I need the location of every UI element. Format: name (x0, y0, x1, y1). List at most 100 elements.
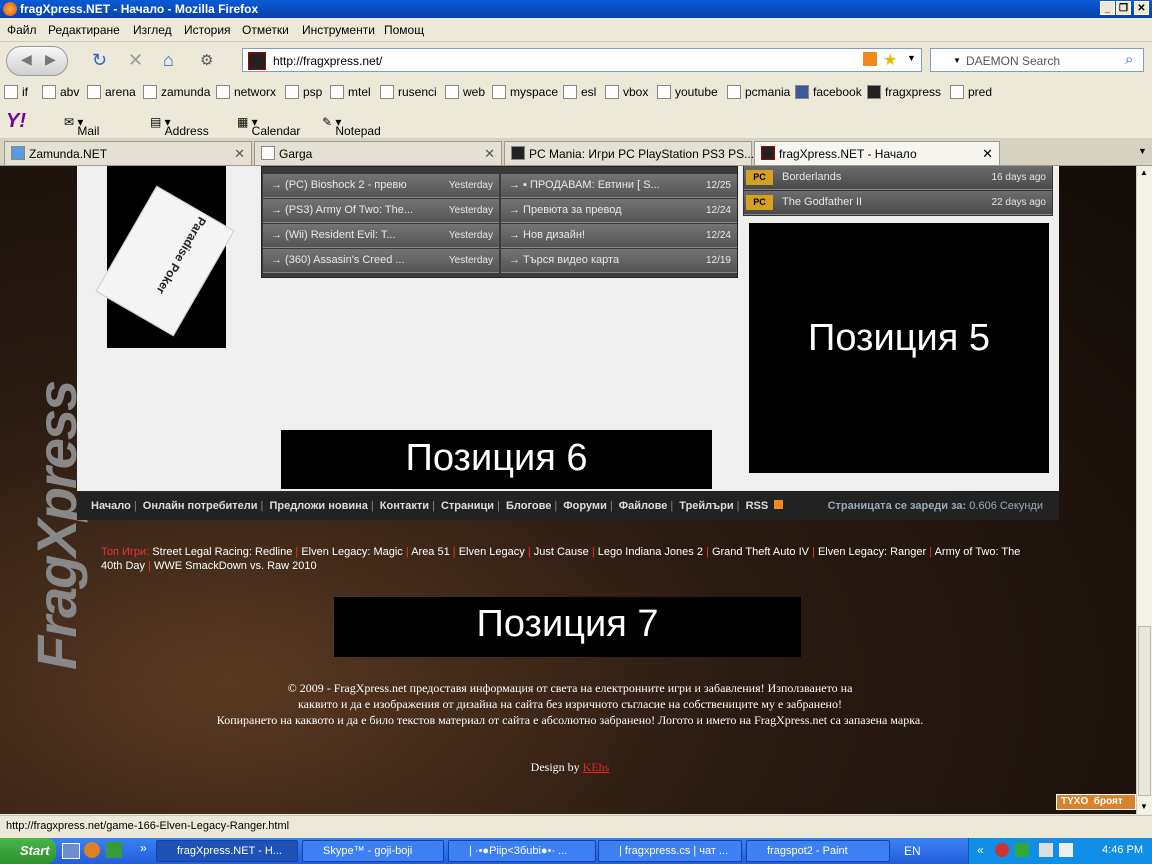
yahoo-logo[interactable]: Y! (6, 110, 26, 133)
bookmark-abv[interactable]: abv (42, 85, 79, 99)
forum-item[interactable]: → Търся видео карта 12/19 (501, 249, 737, 273)
footer-link-forums[interactable]: Форуми (563, 500, 607, 512)
footer-link-files[interactable]: Файлове (619, 500, 668, 512)
game-item[interactable]: PC The Godfather II 22 days ago (744, 191, 1052, 215)
minimize-button[interactable]: _ (1100, 1, 1115, 15)
bookmark-youtube[interactable]: youtube (657, 85, 718, 99)
calendar-button[interactable]: ▦ Calendar ▾ (237, 115, 300, 138)
bookmark-psp[interactable]: psp (285, 85, 322, 99)
game-item[interactable]: PC Borderlands 16 days ago (744, 166, 1052, 190)
ad-position-6[interactable]: Позиция 6 (281, 430, 712, 489)
search-input[interactable]: DAEMON Search (966, 54, 1060, 68)
start-button[interactable]: Start (0, 838, 56, 864)
menu-history[interactable]: История (184, 23, 231, 37)
addon-icon[interactable]: ⚙ (200, 51, 213, 69)
forum-item[interactable]: → ▪ ПРОДАВАМ: Евтини [ S... 12/25 (501, 174, 737, 198)
tab-list-icon[interactable]: ▼ (1138, 146, 1147, 156)
tab-fragxpress[interactable]: fragXpress.NET - Начало ✕ (754, 141, 1000, 165)
bookmark-myspace[interactable]: myspace (492, 85, 558, 99)
close-tab-icon[interactable]: ✕ (484, 146, 495, 162)
bookmark-facebook[interactable]: facebook (795, 85, 862, 99)
news-item[interactable]: → (PC) Bioshock 2 - превю Yesterday (263, 174, 499, 198)
footer-link-trailers[interactable]: Трейлъри (679, 500, 733, 512)
top-game-link[interactable]: Elven Legacy (459, 546, 525, 558)
bookmark-vbox[interactable]: vbox (605, 85, 648, 99)
bookmark-zamunda[interactable]: zamunda (143, 85, 210, 99)
language-indicator[interactable]: EN (904, 844, 921, 858)
close-button[interactable]: ✕ (1134, 1, 1149, 15)
footer-link-contacts[interactable]: Контакти (380, 500, 429, 512)
top-game-link[interactable]: Area 51 (411, 546, 450, 558)
footer-link-blogs[interactable]: Блогове (506, 500, 551, 512)
top-game-link[interactable]: Lego Indiana Jones 2 (598, 546, 703, 558)
rss-icon[interactable] (774, 500, 784, 509)
footer-link-home[interactable]: Начало (91, 500, 131, 512)
more-quicklaunch-icon[interactable]: » (140, 841, 147, 855)
media-quicklaunch-icon[interactable] (106, 842, 122, 858)
ad-position-5[interactable]: Позиция 5 (749, 223, 1049, 473)
footer-link-pages[interactable]: Страници (441, 500, 494, 512)
tray-network-icon[interactable] (1039, 843, 1053, 857)
chevron-down-icon[interactable]: ▼ (907, 53, 916, 63)
top-game-link[interactable]: Elven Legacy: Magic (301, 546, 403, 558)
forum-item[interactable]: → Нов дизайн! 12/24 (501, 224, 737, 248)
mail-button[interactable]: ✉ Mail ▾ (64, 115, 99, 138)
tab-pcmania[interactable]: PC Mania: Игри PC PlayStation PS3 PS... (504, 141, 754, 165)
firefox-quicklaunch-icon[interactable] (84, 842, 100, 858)
url-bar[interactable]: http://fragxpress.net/ ★ ▼ (242, 48, 922, 72)
news-item[interactable]: → (360) Assasin's Creed ... Yesterday (263, 249, 499, 273)
star-icon[interactable]: ★ (883, 50, 897, 70)
vertical-scrollbar[interactable]: ▲ ▼ (1136, 166, 1152, 814)
scroll-up-icon[interactable]: ▲ (1140, 168, 1148, 177)
menu-edit[interactable]: Редактиране (48, 23, 120, 37)
tyxo-counter-badge[interactable]: TYXO броят (1056, 794, 1136, 810)
footer-link-suggest-news[interactable]: Предложи новина (269, 500, 367, 512)
show-desktop-icon[interactable] (62, 843, 80, 859)
close-tab-icon[interactable]: ✕ (982, 146, 993, 162)
bookmark-esl[interactable]: esl (563, 85, 596, 99)
bookmark-web[interactable]: web (445, 85, 485, 99)
footer-link-online-users[interactable]: Онлайн потребители (143, 500, 258, 512)
rss-icon[interactable] (863, 52, 877, 66)
ad-position-7[interactable]: Позиция 7 (334, 597, 801, 657)
reload-icon[interactable]: ↻ (92, 50, 107, 71)
top-game-link[interactable]: Just Cause (534, 546, 589, 558)
tab-garga[interactable]: Garga ✕ (254, 141, 502, 165)
search-box[interactable]: ▼ DAEMON Search ⌕ (930, 48, 1144, 72)
top-game-link[interactable]: WWE SmackDown vs. Raw 2010 (154, 560, 317, 572)
volume-icon[interactable] (1059, 843, 1073, 857)
bookmark-fragxpress[interactable]: fragxpress (867, 85, 941, 99)
menu-file[interactable]: Файл (7, 23, 37, 37)
news-item[interactable]: → (PS3) Army Of Two: The... Yesterday (263, 199, 499, 223)
forum-item[interactable]: → Превюта за превод 12/24 (501, 199, 737, 223)
bookmark-pred[interactable]: pred (950, 85, 992, 99)
top-game-link[interactable]: Grand Theft Auto IV (712, 546, 809, 558)
task-paint[interactable]: fragspot2 - Paint (746, 840, 890, 862)
scroll-down-icon[interactable]: ▼ (1140, 802, 1148, 811)
task-skype[interactable]: Skype™ - goji-boji (302, 840, 444, 862)
address-book-button[interactable]: ▤ Address Book ▾ (150, 115, 209, 152)
designer-link[interactable]: KEhs (583, 760, 610, 774)
footer-link-rss[interactable]: RSS (746, 500, 769, 512)
close-tab-icon[interactable]: ✕ (234, 146, 245, 162)
bookmark-mtel[interactable]: mtel (330, 85, 371, 99)
task-skype-chat-2[interactable]: | fragxpress.cs | чат ... (598, 840, 742, 862)
menu-bookmarks[interactable]: Отметки (242, 23, 289, 37)
menu-view[interactable]: Изглед (133, 23, 172, 37)
tray-expand-icon[interactable]: « (977, 843, 984, 857)
bookmark-networx[interactable]: networx (216, 85, 276, 99)
tray-app-icon[interactable] (995, 843, 1009, 857)
bookmark-arena[interactable]: arena (87, 85, 136, 99)
bookmark-rusenci[interactable]: rusenci (380, 85, 437, 99)
scrollbar-thumb[interactable] (1138, 626, 1151, 796)
stop-icon[interactable]: ✕ (128, 50, 143, 71)
tray-skype-icon[interactable] (1015, 843, 1029, 857)
bookmark-if[interactable]: if (4, 85, 28, 99)
maximize-button[interactable]: ❐ (1116, 1, 1131, 15)
top-game-link[interactable]: Street Legal Racing: Redline (152, 546, 292, 558)
news-item[interactable]: → (Wii) Resident Evil: T... Yesterday (263, 224, 499, 248)
menu-help[interactable]: Помощ (384, 23, 424, 37)
back-forward-button[interactable]: ◀ ▶ (6, 46, 68, 76)
home-icon[interactable]: ⌂ (163, 50, 174, 71)
bookmark-pcmania[interactable]: pcmania (727, 85, 790, 99)
